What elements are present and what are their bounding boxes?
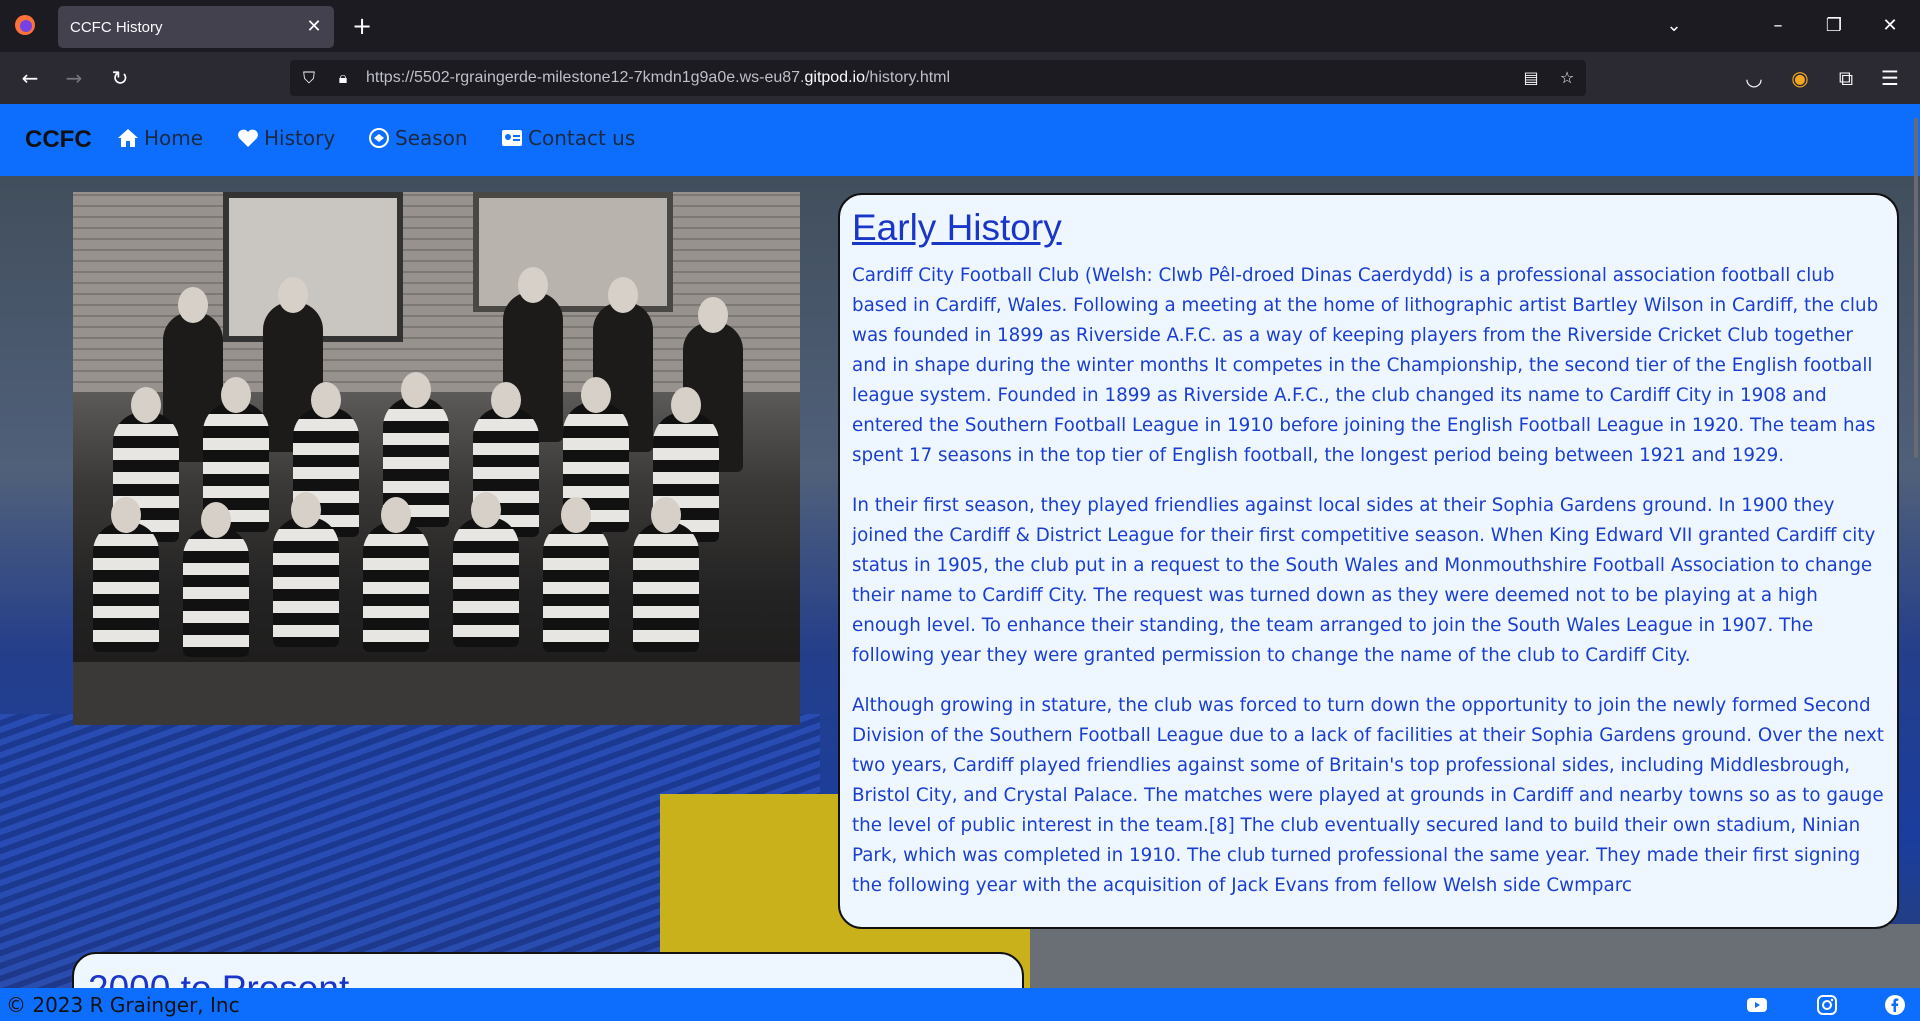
nav-link-home[interactable]: Home <box>116 126 203 150</box>
page-scrollbar[interactable] <box>1910 104 1920 988</box>
photo-player <box>183 527 249 657</box>
list-all-tabs-icon[interactable]: ⌄ <box>1660 12 1688 40</box>
instagram-icon[interactable] <box>1816 994 1838 1016</box>
url-prefix: https://5502-rgraingerde-milestone12-7km… <box>366 69 805 86</box>
house-icon <box>118 129 138 147</box>
nav-link-label: History <box>264 126 336 150</box>
nav-link-season[interactable]: Season <box>367 126 468 150</box>
nav-link-label: Season <box>395 126 468 150</box>
photo-player <box>93 522 159 652</box>
extensions-icon[interactable]: ⧉ <box>1832 64 1860 92</box>
photo-face <box>608 277 638 313</box>
photo-face <box>131 387 161 423</box>
photo-player <box>633 522 699 652</box>
photo-face <box>491 382 521 418</box>
photo-face <box>311 382 341 418</box>
photo-face <box>221 377 251 413</box>
browser-tab-active[interactable]: CCFC History ✕ <box>58 6 334 48</box>
url-host: gitpod.io <box>804 69 865 86</box>
history-paragraph-2: In their first season, they played frien… <box>852 495 1876 666</box>
extension-grammarly-icon[interactable]: ◉ <box>1786 64 1814 92</box>
history-paragraph-1: Cardiff City Football Club (Welsh: Clwb … <box>852 265 1879 466</box>
early-history-card: Early History Cardiff City Football Club… <box>838 193 1899 929</box>
footer-copyright: © 2023 R Grainger, Inc <box>6 993 240 1017</box>
early-history-title: Early History <box>852 207 1062 248</box>
photo-face <box>671 387 701 423</box>
photo-face <box>518 267 548 303</box>
photo-player <box>453 517 519 647</box>
forward-icon[interactable]: → <box>60 64 88 92</box>
nav-link-contact[interactable]: Contact us <box>500 126 635 150</box>
photo-player <box>543 522 609 652</box>
photo-face <box>561 497 591 533</box>
url-bar[interactable]: ⛉ 🔒︎ https://5502-rgraingerde-milestone1… <box>290 60 1586 96</box>
photo-face <box>291 492 321 528</box>
nav-link-label: Home <box>144 126 204 150</box>
close-window-icon[interactable]: ✕ <box>1876 12 1904 40</box>
contact-card-icon <box>502 130 522 146</box>
nav-link-history[interactable]: History <box>236 126 335 150</box>
photo-window <box>473 192 673 312</box>
browser-tab-bar: CCFC History ✕ + ⌄ – ❐ ✕ <box>0 0 1920 52</box>
site-brand[interactable]: CCFC <box>25 126 92 154</box>
photo-face <box>278 277 308 313</box>
reader-view-icon[interactable]: ▤ <box>1520 67 1542 89</box>
firefox-logo-icon <box>15 15 35 35</box>
restore-icon[interactable]: ❐ <box>1820 12 1848 40</box>
photo-face <box>698 297 728 333</box>
bookmark-star-icon[interactable]: ☆ <box>1556 67 1578 89</box>
photo-player <box>273 517 339 647</box>
url-path: /history.html <box>864 69 951 86</box>
site-navbar: CCFC Home History Season Contact us <box>0 104 1920 176</box>
team-photo <box>73 192 800 725</box>
football-icon <box>369 128 389 148</box>
shield-icon[interactable]: ⛉ <box>298 67 320 89</box>
photo-face <box>471 492 501 528</box>
photo-face <box>651 497 681 533</box>
photo-face <box>111 497 141 533</box>
reload-icon[interactable]: ↻ <box>106 64 134 92</box>
back-icon[interactable]: ← <box>16 64 44 92</box>
menu-icon[interactable]: ☰ <box>1876 64 1904 92</box>
pocket-icon[interactable]: ◡ <box>1740 64 1768 92</box>
lock-icon[interactable]: 🔒︎ <box>332 67 354 89</box>
tab-close-icon[interactable]: ✕ <box>302 15 326 39</box>
tab-title: CCFC History <box>70 19 163 36</box>
web-page: CCFC Home History Season Contact us Earl… <box>0 104 1920 1021</box>
heart-icon <box>238 129 258 147</box>
photo-player <box>363 522 429 652</box>
browser-toolbar: ← → ↻ ⛉ 🔒︎ https://5502-rgraingerde-mile… <box>0 52 1920 104</box>
scrollbar-thumb[interactable] <box>1914 118 1918 458</box>
photo-face <box>201 502 231 538</box>
youtube-icon[interactable] <box>1746 994 1768 1016</box>
photo-ground <box>73 662 800 725</box>
photo-face <box>178 287 208 323</box>
minimize-icon[interactable]: – <box>1764 12 1792 40</box>
new-tab-button[interactable]: + <box>348 12 376 40</box>
photo-face <box>381 497 411 533</box>
url-text[interactable]: https://5502-rgraingerde-milestone12-7km… <box>366 69 950 87</box>
history-paragraph-3: Although growing in stature, the club wa… <box>852 695 1884 896</box>
site-footer: © 2023 R Grainger, Inc <box>0 988 1920 1021</box>
photo-face <box>401 372 431 408</box>
facebook-icon[interactable] <box>1884 994 1906 1016</box>
photo-face <box>581 377 611 413</box>
nav-link-label: Contact us <box>528 126 636 150</box>
